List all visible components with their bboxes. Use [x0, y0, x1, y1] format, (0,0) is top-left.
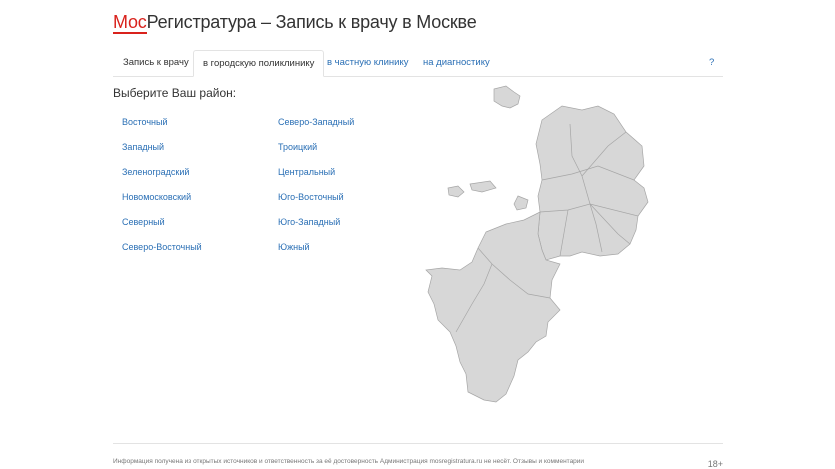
district-link-south-west[interactable]: Юго-Западный [278, 217, 354, 242]
district-column-right: Северо-Западный Троицкий Центральный Юго… [278, 117, 354, 267]
district-link-zelenograd[interactable]: Зеленоградский [122, 167, 202, 192]
tab-doctor-booking[interactable]: Запись к врачу [123, 50, 189, 75]
district-column-left: Восточный Западный Зеленоградский Новомо… [122, 117, 202, 267]
district-link-north-east[interactable]: Северо-Восточный [122, 242, 202, 267]
map-zelenograd[interactable] [493, 85, 521, 109]
district-link-east[interactable]: Восточный [122, 117, 202, 142]
tab-private-clinic[interactable]: в частную клинику [327, 50, 408, 75]
footer-disclaimer: Информация получена из открытых источник… [113, 458, 585, 465]
footer-divider [113, 443, 723, 444]
map-new-moscow[interactable] [425, 211, 561, 403]
district-link-north[interactable]: Северный [122, 217, 202, 242]
district-link-south[interactable]: Южный [278, 242, 354, 267]
district-link-novomoskovsky[interactable]: Новомосковский [122, 192, 202, 217]
site-logo[interactable]: МосРегистратура – Запись к врачу в Москв… [113, 12, 477, 34]
age-rating-badge: 18+ [707, 459, 723, 469]
logo-rest: Регистратура – Запись к врачу в Москве [146, 12, 477, 32]
district-link-south-east[interactable]: Юго-Восточный [278, 192, 354, 217]
logo-red-part: Мос [113, 12, 147, 34]
moscow-district-map [425, 85, 649, 403]
district-link-troitsky[interactable]: Троицкий [278, 142, 354, 167]
map-enclave-2[interactable] [469, 180, 497, 193]
map-enclave-1[interactable] [447, 185, 465, 198]
tab-bar: Запись к врачу в городскую поликлинику в… [113, 50, 723, 77]
tab-diagnostics[interactable]: на диагностику [423, 50, 490, 75]
map-enclave-3[interactable] [513, 195, 529, 211]
map-old-moscow[interactable] [535, 105, 649, 261]
tab-help[interactable]: ? [709, 50, 714, 75]
district-link-north-west[interactable]: Северо-Западный [278, 117, 354, 142]
district-link-west[interactable]: Западный [122, 142, 202, 167]
district-link-central[interactable]: Центральный [278, 167, 354, 192]
district-heading: Выберите Ваш район: [113, 86, 237, 100]
tab-city-clinic[interactable]: в городскую поликлинику [193, 50, 325, 77]
